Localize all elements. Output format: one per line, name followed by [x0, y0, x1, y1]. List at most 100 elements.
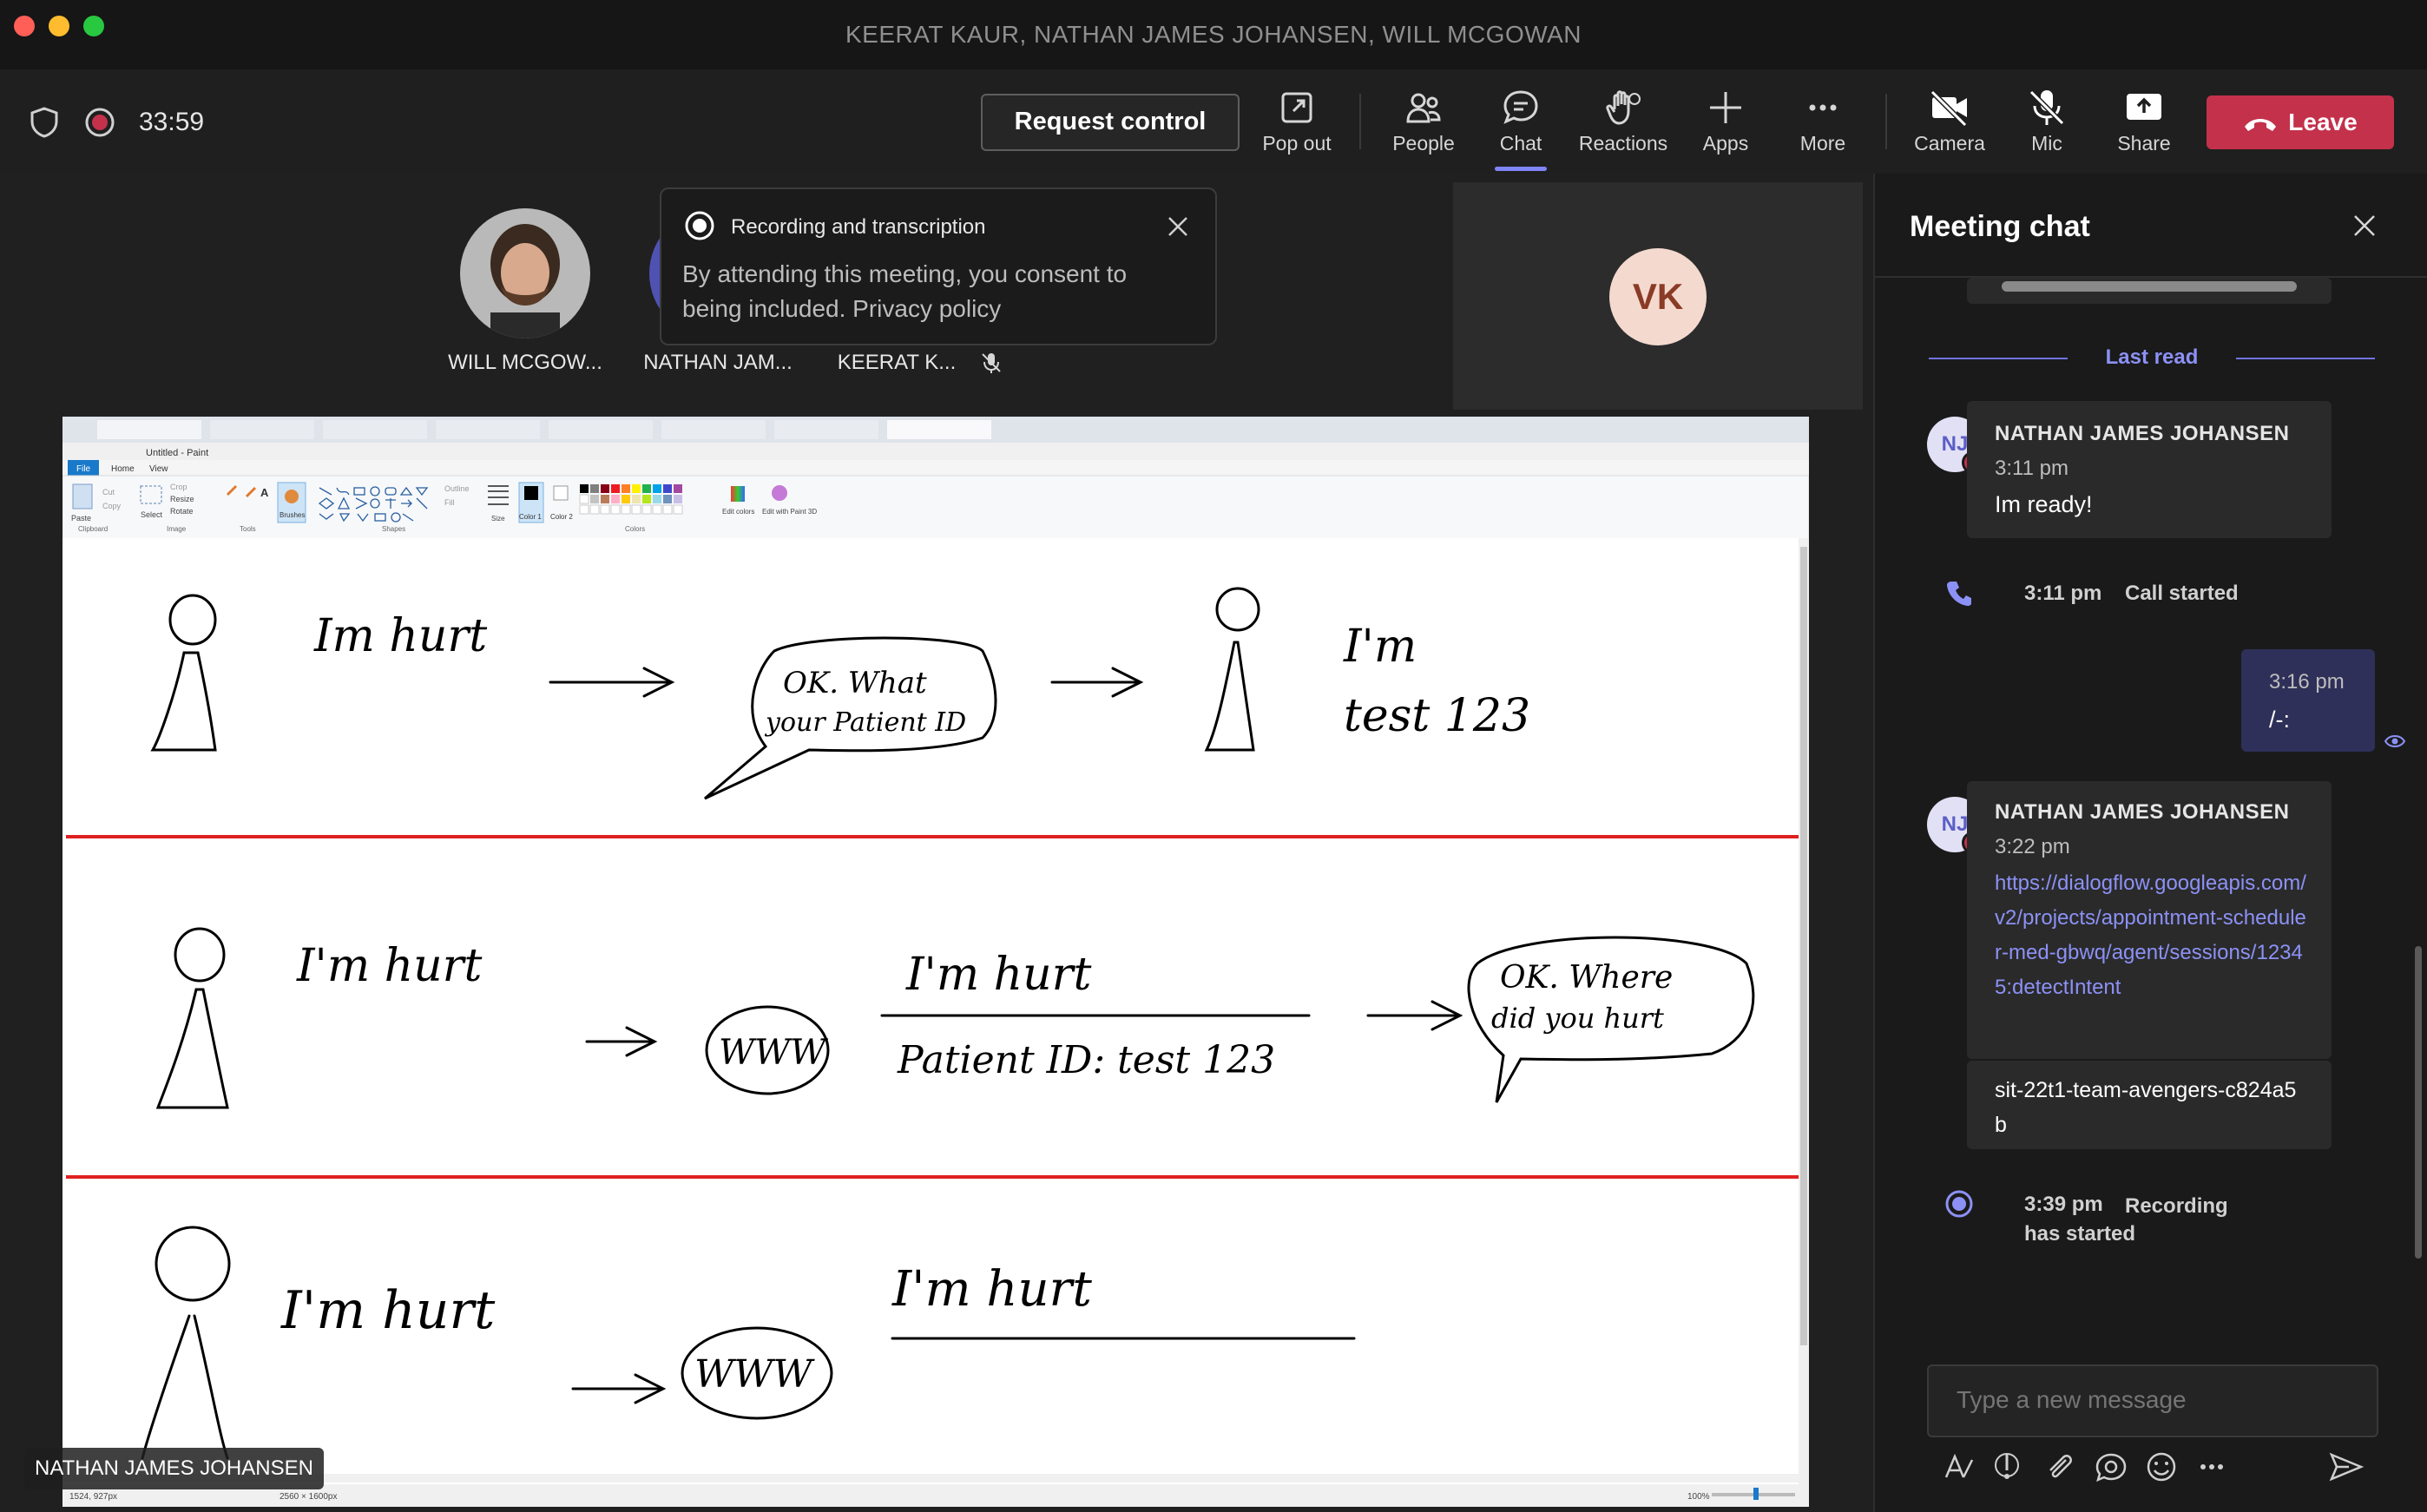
call-timer: 33:59 [139, 108, 205, 136]
chat-panel-title: Meeting chat [1910, 210, 2090, 243]
recording-indicator-icon [85, 108, 115, 137]
recording-notice-title: Recording and transcription [731, 215, 986, 239]
camera-label: Camera [1914, 132, 1985, 154]
message-time: 3:16 pm [2269, 670, 2345, 694]
request-control-button[interactable]: Request control [981, 94, 1240, 151]
copy-label[interactable]: Copy [102, 502, 122, 510]
handwritten-bubble-line: OK. Where [1500, 960, 1673, 996]
leave-button[interactable]: Leave [2207, 95, 2394, 149]
scrollbar-thumb[interactable] [1800, 547, 1807, 1345]
close-icon[interactable] [1165, 214, 1191, 240]
message-text: sit-22t1-team-avengers-c824a5b [1995, 1078, 2297, 1137]
shared-screen[interactable]: Untitled - Paint File Home View Paste Cu… [62, 417, 1809, 1507]
attach-icon[interactable] [2040, 1448, 2078, 1486]
recording-icon [1945, 1190, 1973, 1218]
shield-icon[interactable] [28, 106, 61, 139]
browser-tab[interactable] [97, 420, 201, 439]
rotate-label[interactable]: Rotate [170, 507, 194, 516]
paint-menu-home[interactable]: Home [111, 464, 135, 474]
participant-name: NATHAN JAM... [643, 351, 793, 374]
paint3d-icon[interactable] [772, 485, 787, 501]
close-icon[interactable] [2351, 212, 2378, 240]
handwritten-bottom-text: Patient ID: test 123 [897, 1038, 1275, 1082]
zoom-slider-thumb[interactable] [1753, 1488, 1759, 1500]
color2-label: Color 2 [550, 513, 573, 521]
message-text: /-: [2269, 707, 2290, 733]
browser-tab[interactable] [661, 420, 766, 439]
crop-label[interactable]: Crop [170, 483, 187, 491]
more-button[interactable]: More [1771, 83, 1875, 161]
apps-button[interactable]: Apps [1674, 83, 1778, 161]
browser-tab[interactable] [549, 420, 653, 439]
raise-hand-icon [1606, 90, 1641, 125]
color1-label: Color 1 [519, 513, 542, 521]
resize-label[interactable]: Resize [170, 495, 194, 503]
chat-button[interactable]: Chat [1469, 83, 1573, 161]
size-label: Size [491, 515, 505, 523]
edit-colors-icon[interactable] [731, 486, 745, 502]
browser-tab[interactable] [887, 420, 991, 439]
people-button[interactable]: People [1371, 83, 1476, 161]
window-title: KEERAT KAUR, NATHAN JAMES JOHANSEN, WILL… [845, 21, 1582, 48]
format-icon[interactable] [1939, 1448, 1977, 1486]
text-tool-icon[interactable]: A [260, 486, 269, 499]
paint-window-title: Untitled - Paint [146, 448, 208, 458]
more-dots-icon[interactable] [2193, 1448, 2231, 1486]
recording-notice-popup: Recording and transcription By attending… [660, 187, 1217, 345]
color1-swatch [524, 486, 538, 500]
chat-label: Chat [1499, 132, 1542, 154]
toolbar-divider [1885, 94, 1887, 149]
message-input[interactable] [1929, 1366, 2375, 1434]
pop-out-button[interactable]: Pop out [1245, 83, 1349, 161]
group-colors: Colors [625, 525, 645, 533]
own-message-card[interactable] [2241, 649, 2375, 752]
outline-label[interactable]: Outline [444, 484, 470, 493]
browser-tab[interactable] [436, 420, 540, 439]
read-receipt-eye-icon [2384, 735, 2406, 747]
emoji-icon[interactable] [2142, 1448, 2180, 1486]
phone-icon [1947, 582, 1971, 606]
send-icon[interactable] [2326, 1448, 2365, 1486]
chat-scrollbar[interactable] [2415, 946, 2422, 1259]
mic-label: Mic [2031, 132, 2062, 154]
browser-tab[interactable] [210, 420, 314, 439]
loop-icon[interactable] [2092, 1448, 2130, 1486]
paint-menu-file: File [76, 464, 91, 474]
handwritten-top-text: I'm hurt [905, 949, 1092, 1001]
browser-tab[interactable] [774, 420, 878, 439]
reactions-button[interactable]: Reactions [1571, 83, 1675, 161]
message-link[interactable]: https://dialogflow.googleapis.com/v2/pro… [1995, 866, 2307, 1005]
paint-window: Untitled - Paint File Home View Paste Cu… [62, 417, 1809, 1507]
color2-swatch[interactable] [553, 485, 569, 501]
mic-button[interactable]: Mic [1995, 83, 2099, 161]
apps-label: Apps [1702, 132, 1749, 154]
handwritten-top-text: I'm hurt [891, 1261, 1092, 1318]
paint-menu-bar [62, 460, 1809, 476]
browser-tab[interactable] [323, 420, 427, 439]
event-text: Recording has started [2024, 1194, 2228, 1246]
zoom-level: 100% [1687, 1492, 1710, 1502]
paint-title-bar [62, 443, 1809, 460]
camera-off-icon [1930, 89, 1968, 128]
event-text: Call started [2125, 582, 2239, 605]
active-tab-indicator [1495, 167, 1547, 171]
paste-icon[interactable] [72, 483, 93, 509]
pop-out-icon [1281, 92, 1312, 123]
fill-label[interactable]: Fill [444, 498, 455, 507]
share-label: Share [2117, 132, 2171, 154]
important-icon[interactable] [1988, 1448, 2026, 1486]
chat-icon [1503, 90, 1538, 124]
recording-notice-body: By attending this meeting, you consent t… [682, 260, 1128, 322]
people-icon [1406, 93, 1441, 123]
compose-box[interactable] [1927, 1364, 2378, 1437]
will-avatar-photo[interactable] [460, 208, 590, 339]
camera-button[interactable]: Camera [1898, 83, 2002, 161]
hang-up-icon [2245, 118, 2277, 131]
cut-label[interactable]: Cut [102, 488, 115, 496]
participant-initials-avatar: VK [1609, 248, 1707, 345]
paint-menu-view[interactable]: View [149, 464, 168, 474]
share-button[interactable]: Share [2092, 83, 2196, 161]
last-read-line [1929, 358, 2068, 359]
message-sender: NATHAN JAMES JOHANSEN [1995, 800, 2290, 824]
share-icon [2127, 94, 2161, 120]
